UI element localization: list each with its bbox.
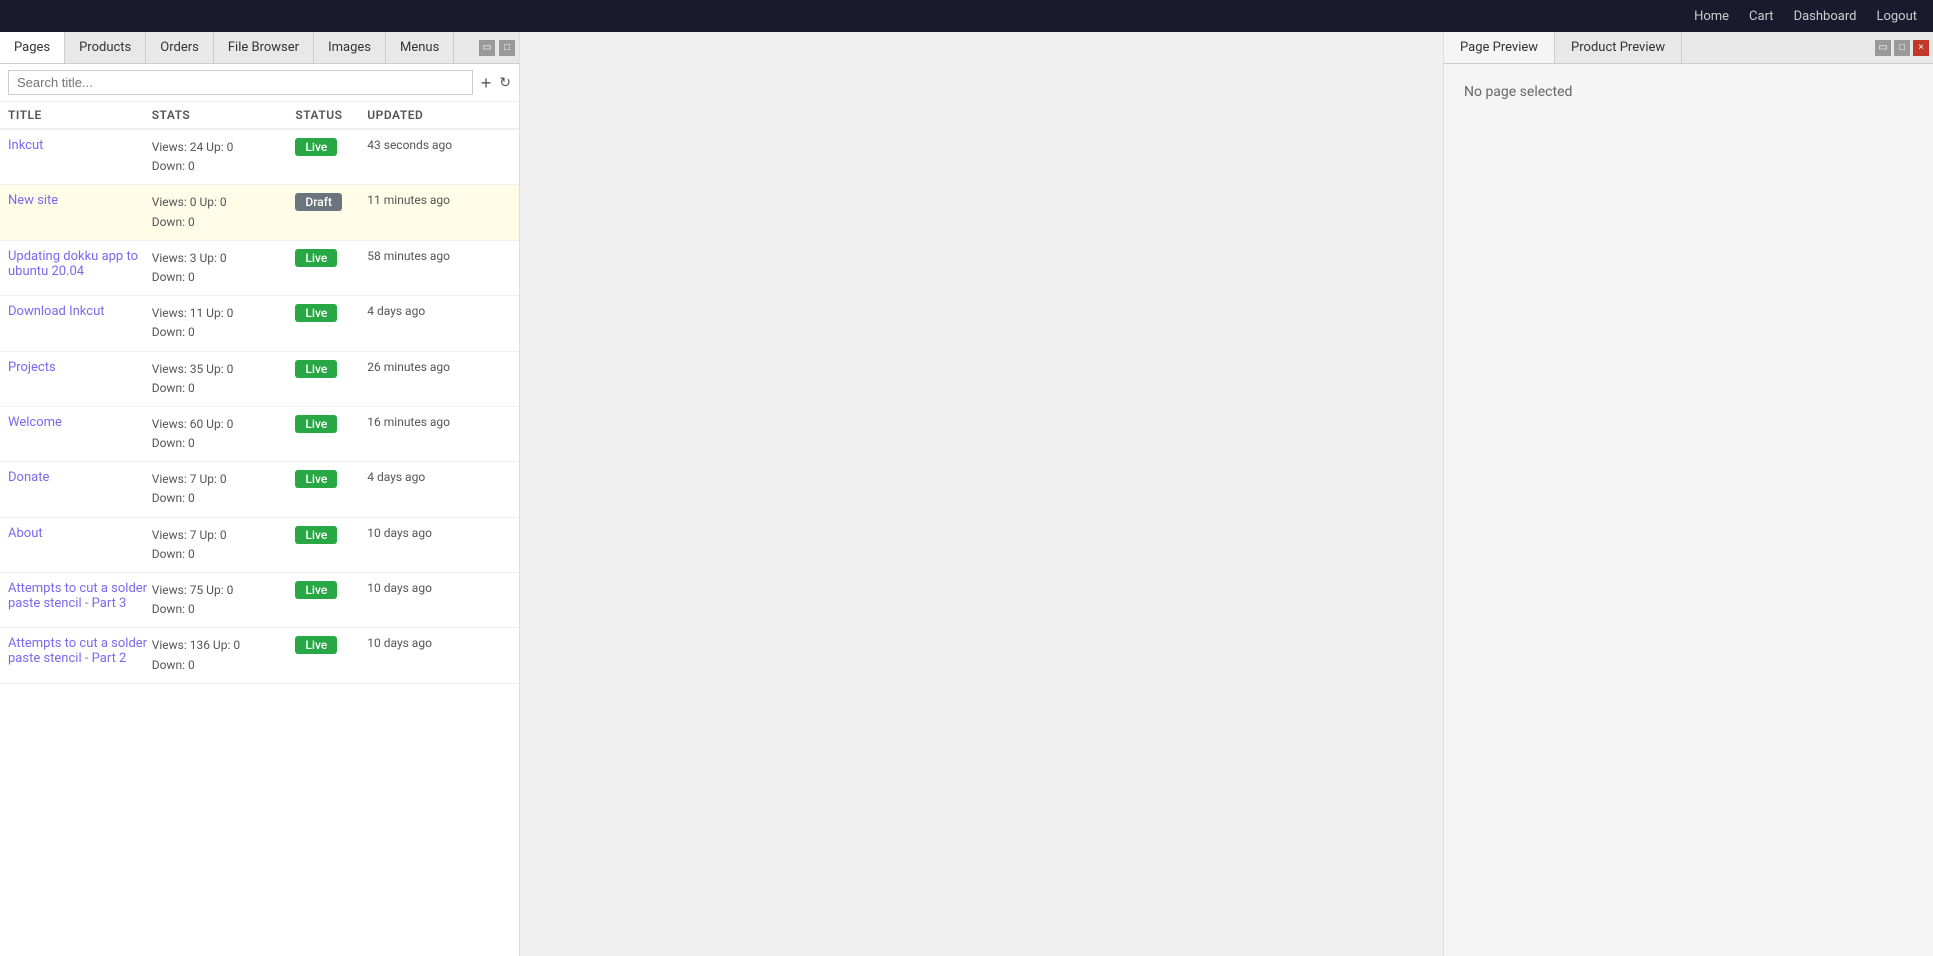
table-row[interactable]: About Views: 7 Up: 0 Down: 0 Live 10 day… xyxy=(0,518,519,573)
search-input[interactable] xyxy=(8,70,473,95)
updated-cell: 10 days ago xyxy=(367,581,511,595)
page-title-link[interactable]: Updating dokku app to ubuntu 20.04 xyxy=(8,249,138,279)
page-title-link[interactable]: Projects xyxy=(8,360,56,375)
status-cell: Live xyxy=(295,249,367,267)
col-stats: STATS xyxy=(152,108,296,122)
nav-dashboard[interactable]: Dashboard xyxy=(1794,9,1857,24)
stats-cell: Views: 35 Up: 0 Down: 0 xyxy=(152,360,296,398)
right-maximize-btn[interactable]: □ xyxy=(1894,40,1910,56)
main-area: Pages Products Orders File Browser Image… xyxy=(0,32,1933,956)
left-maximize-btn[interactable]: □ xyxy=(499,40,515,56)
top-nav: Home Cart Dashboard Logout xyxy=(0,0,1933,32)
tab-products[interactable]: Products xyxy=(65,32,146,63)
right-content: No page selected xyxy=(1444,64,1933,956)
stats-cell: Views: 3 Up: 0 Down: 0 xyxy=(152,249,296,287)
search-bar: + ↻ xyxy=(0,64,519,102)
status-cell: Live xyxy=(295,581,367,599)
stats-cell: Views: 7 Up: 0 Down: 0 xyxy=(152,526,296,564)
table-row[interactable]: New site Views: 0 Up: 0 Down: 0 Draft 11… xyxy=(0,185,519,240)
stats-cell: Views: 136 Up: 0 Down: 0 xyxy=(152,636,296,674)
table-row[interactable]: Donate Views: 7 Up: 0 Down: 0 Live 4 day… xyxy=(0,462,519,517)
status-cell: Live xyxy=(295,304,367,322)
updated-cell: 16 minutes ago xyxy=(367,415,511,429)
col-title: TITLE xyxy=(8,108,152,122)
stats-cell: Views: 0 Up: 0 Down: 0 xyxy=(152,193,296,231)
nav-home[interactable]: Home xyxy=(1694,9,1729,24)
status-badge: Live xyxy=(295,138,337,156)
page-title-link[interactable]: New site xyxy=(8,193,58,208)
tab-menus[interactable]: Menus xyxy=(386,32,454,63)
nav-logout[interactable]: Logout xyxy=(1876,9,1917,24)
nav-cart[interactable]: Cart xyxy=(1749,9,1774,24)
table-row[interactable]: Welcome Views: 60 Up: 0 Down: 0 Live 16 … xyxy=(0,407,519,462)
table-row[interactable]: Download Inkcut Views: 11 Up: 0 Down: 0 … xyxy=(0,296,519,351)
updated-cell: 26 minutes ago xyxy=(367,360,511,374)
status-badge: Live xyxy=(295,526,337,544)
left-minimize-btn[interactable]: ▭ xyxy=(479,40,495,56)
tab-file-browser[interactable]: File Browser xyxy=(214,32,314,63)
status-cell: Live xyxy=(295,360,367,378)
tab-pages[interactable]: Pages xyxy=(0,32,65,63)
updated-cell: 43 seconds ago xyxy=(367,138,511,152)
status-badge: Live xyxy=(295,304,337,322)
status-cell: Live xyxy=(295,636,367,654)
refresh-button[interactable]: ↻ xyxy=(499,74,511,91)
status-badge: Live xyxy=(295,415,337,433)
left-panel: Pages Products Orders File Browser Image… xyxy=(0,32,520,956)
no-page-message: No page selected xyxy=(1464,84,1572,100)
tab-orders[interactable]: Orders xyxy=(146,32,214,63)
pages-table: Inkcut Views: 24 Up: 0 Down: 0 Live 43 s… xyxy=(0,130,519,956)
stats-cell: Views: 7 Up: 0 Down: 0 xyxy=(152,470,296,508)
page-title-link[interactable]: Welcome xyxy=(8,415,62,430)
right-minimize-btn[interactable]: ▭ xyxy=(1875,40,1891,56)
stats-cell: Views: 11 Up: 0 Down: 0 xyxy=(152,304,296,342)
table-row[interactable]: Updating dokku app to ubuntu 20.04 Views… xyxy=(0,241,519,296)
center-panel xyxy=(520,32,1443,956)
tab-product-preview[interactable]: Product Preview xyxy=(1555,32,1682,63)
status-cell: Live xyxy=(295,470,367,488)
status-badge: Live xyxy=(295,636,337,654)
stats-cell: Views: 60 Up: 0 Down: 0 xyxy=(152,415,296,453)
status-cell: Live xyxy=(295,138,367,156)
right-close-btn[interactable]: × xyxy=(1913,40,1929,56)
page-title-link[interactable]: Donate xyxy=(8,470,49,485)
updated-cell: 58 minutes ago xyxy=(367,249,511,263)
tab-images[interactable]: Images xyxy=(314,32,386,63)
status-badge: Live xyxy=(295,470,337,488)
status-badge: Draft xyxy=(295,193,342,211)
page-title-link[interactable]: Download Inkcut xyxy=(8,304,105,319)
updated-cell: 11 minutes ago xyxy=(367,193,511,207)
left-panel-controls: ▭ □ xyxy=(479,40,515,56)
add-page-button[interactable]: + xyxy=(481,74,492,92)
table-header: TITLE STATS STATUS UPDATED xyxy=(0,102,519,130)
status-badge: Live xyxy=(295,360,337,378)
status-badge: Live xyxy=(295,249,337,267)
table-row[interactable]: Attempts to cut a solder paste stencil -… xyxy=(0,573,519,628)
updated-cell: 10 days ago xyxy=(367,526,511,540)
status-cell: Draft xyxy=(295,193,367,211)
page-title-link[interactable]: Attempts to cut a solder paste stencil -… xyxy=(8,636,147,666)
right-panel-controls: ▭ □ × xyxy=(1871,40,1933,56)
page-title-link[interactable]: Inkcut xyxy=(8,138,43,153)
col-updated: UPDATED xyxy=(367,108,511,122)
updated-cell: 4 days ago xyxy=(367,304,511,318)
col-status: STATUS xyxy=(295,108,367,122)
table-row[interactable]: Projects Views: 35 Up: 0 Down: 0 Live 26… xyxy=(0,352,519,407)
tab-bar: Pages Products Orders File Browser Image… xyxy=(0,32,519,64)
page-title-link[interactable]: About xyxy=(8,526,43,541)
stats-cell: Views: 24 Up: 0 Down: 0 xyxy=(152,138,296,176)
updated-cell: 4 days ago xyxy=(367,470,511,484)
page-title-link[interactable]: Attempts to cut a solder paste stencil -… xyxy=(8,581,147,611)
right-tab-bar: Page Preview Product Preview ▭ □ × xyxy=(1444,32,1933,64)
tab-page-preview[interactable]: Page Preview xyxy=(1444,32,1555,63)
stats-cell: Views: 75 Up: 0 Down: 0 xyxy=(152,581,296,619)
right-panel: Page Preview Product Preview ▭ □ × No pa… xyxy=(1443,32,1933,956)
table-row[interactable]: Attempts to cut a solder paste stencil -… xyxy=(0,628,519,683)
status-cell: Live xyxy=(295,415,367,433)
status-cell: Live xyxy=(295,526,367,544)
status-badge: Live xyxy=(295,581,337,599)
table-row[interactable]: Inkcut Views: 24 Up: 0 Down: 0 Live 43 s… xyxy=(0,130,519,185)
updated-cell: 10 days ago xyxy=(367,636,511,650)
